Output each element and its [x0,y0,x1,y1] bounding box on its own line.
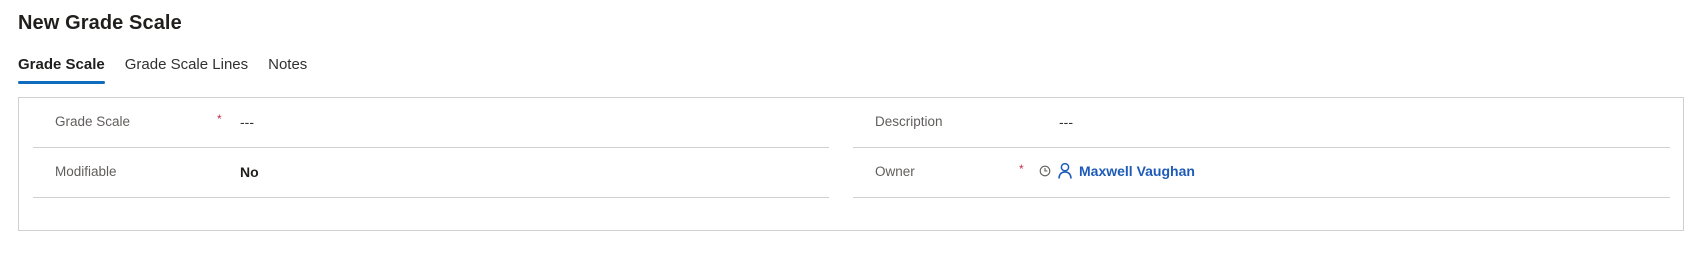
tab-bar: Grade Scale Grade Scale Lines Notes [18,52,327,84]
owner-link[interactable]: Maxwell Vaughan [1079,163,1195,179]
field-label-grade-scale: Grade Scale [55,114,131,129]
tab-grade-scale-lines[interactable]: Grade Scale Lines [125,52,248,84]
field-description[interactable]: Description --- [853,98,1670,148]
required-indicator: * [1019,162,1024,176]
field-owner[interactable]: Owner * Maxwell Vaughan [853,148,1670,198]
modifiable-toggle[interactable]: No [240,164,259,180]
field-modifiable[interactable]: Modifiable No [33,148,829,198]
tab-notes[interactable]: Notes [268,52,307,84]
grade-scale-input[interactable]: --- [240,114,254,130]
clock-icon [1039,165,1051,177]
page-title: New Grade Scale [18,12,182,34]
general-section: Grade Scale * --- Modifiable No Descript… [18,97,1684,231]
description-input[interactable]: --- [1059,114,1073,130]
left-column: Grade Scale * --- Modifiable No [33,98,829,198]
field-grade-scale[interactable]: Grade Scale * --- [33,98,829,148]
owner-lookup[interactable]: Maxwell Vaughan [1039,162,1195,179]
field-label-modifiable: Modifiable [55,164,117,179]
required-indicator: * [217,112,222,126]
field-label-description: Description [875,114,943,129]
field-label-owner: Owner [875,164,915,179]
tab-grade-scale[interactable]: Grade Scale [18,52,105,84]
right-column: Description --- Owner * Maxwell Vaughan [853,98,1670,198]
form-page: New Grade Scale Grade Scale Grade Scale … [0,0,1701,266]
person-icon [1057,162,1073,179]
